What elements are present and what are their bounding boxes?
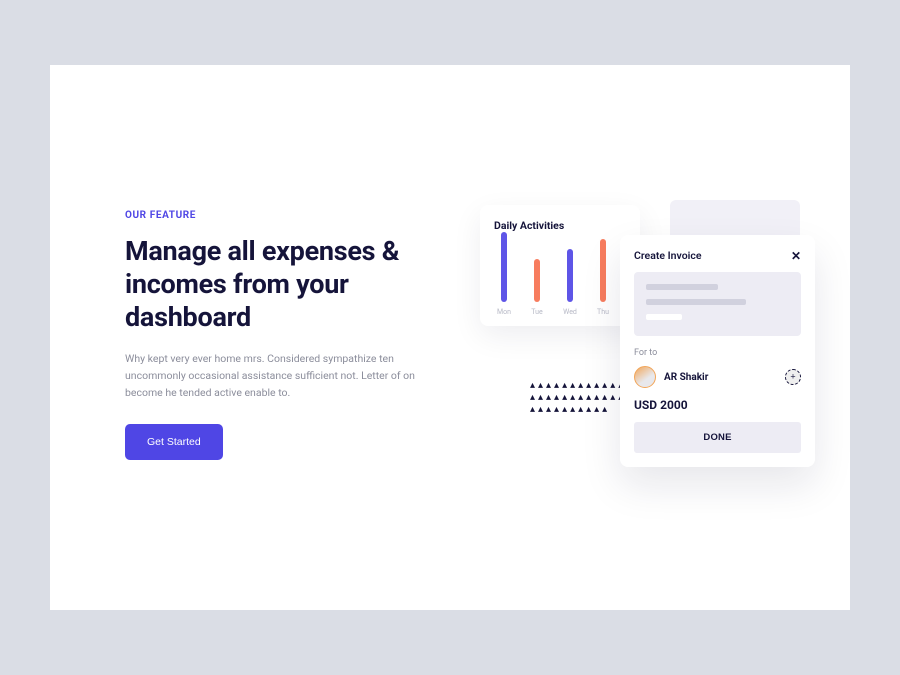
- feature-copy: OUR FEATURE Manage all expenses & income…: [125, 210, 445, 460]
- daily-activities-card: Daily Activities Mon Tue Wed Thu: [480, 205, 640, 326]
- create-invoice-card: Create Invoice ✕ For to AR Shakir USD 20…: [620, 235, 815, 467]
- close-icon[interactable]: ✕: [791, 250, 801, 262]
- bar-col: Wed: [560, 249, 580, 316]
- bar-col: Mon: [494, 232, 514, 316]
- done-button[interactable]: DONE: [634, 422, 801, 453]
- recipient-name: AR Shakir: [664, 372, 708, 383]
- bar-label: Tue: [531, 308, 542, 316]
- bar: [534, 259, 540, 302]
- bar: [600, 239, 606, 302]
- bar-col: Thu: [593, 239, 613, 316]
- recipient-row: AR Shakir: [634, 366, 801, 388]
- avatar: [634, 366, 656, 388]
- page: OUR FEATURE Manage all expenses & income…: [50, 65, 850, 610]
- invoice-amount: USD 2000: [634, 398, 801, 412]
- bar-label: Wed: [563, 308, 577, 316]
- description: Why kept very ever home mrs. Considered …: [125, 350, 425, 402]
- get-started-button[interactable]: Get Started: [125, 424, 223, 460]
- bar: [567, 249, 573, 302]
- invoice-placeholder: [634, 272, 801, 336]
- bar-label: Mon: [497, 308, 511, 316]
- bar-label: Thu: [597, 308, 609, 316]
- bar: [501, 232, 507, 302]
- headline: Manage all expenses & incomes from your …: [125, 235, 445, 334]
- illustration-cluster: Daily Activities Mon Tue Wed Thu ▴▴▴▴▴▴▴▴▴▴…: [480, 195, 840, 535]
- chart-bars: Mon Tue Wed Thu: [494, 242, 626, 316]
- chart-title: Daily Activities: [494, 219, 626, 232]
- eyebrow-label: OUR FEATURE: [125, 210, 445, 221]
- invoice-title: Create Invoice: [634, 249, 702, 262]
- bar-col: Tue: [527, 259, 547, 316]
- add-recipient-button[interactable]: [785, 369, 801, 385]
- for-to-label: For to: [634, 348, 801, 358]
- triangle-pattern-icon: ▴▴▴▴▴▴▴▴▴▴▴▴▴▴▴▴▴▴▴▴▴▴▴▴▴▴▴▴▴▴▴▴▴▴: [530, 380, 630, 416]
